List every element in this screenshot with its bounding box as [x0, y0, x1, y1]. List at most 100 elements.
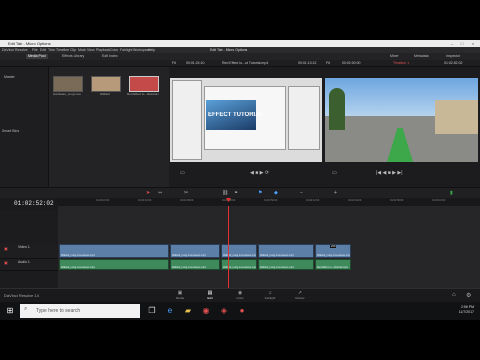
edit-index-button[interactable]: Edit Index [100, 54, 120, 59]
trim-tool-icon[interactable]: ⇿ [158, 190, 162, 196]
marker-icon[interactable]: ◆ [274, 190, 278, 196]
page-label: Deliver [295, 296, 305, 300]
resolve-icon[interactable]: ◈ [218, 305, 230, 317]
flag-icon[interactable]: ⚑ [258, 190, 262, 196]
track-record-icon[interactable]: ▣ [4, 260, 8, 265]
palm-tree [329, 88, 345, 130]
file-explorer-icon[interactable]: ▰ [182, 305, 194, 317]
clip-name-2: Wallet2 [100, 92, 110, 96]
audio-clip[interactable]: Red Effect Iu...dtstorial.mp4 [315, 259, 351, 270]
page-media[interactable]: ▣ Media [168, 290, 192, 300]
audio-clip[interactable]: Wallet2_Long.mov.stereo.mp4 [170, 259, 220, 270]
clip-thumbnail-3[interactable] [129, 76, 159, 92]
minimize-icon[interactable]: – [448, 41, 456, 46]
clip-name-3: Red Effect Iu...dtstorial.mp4 [127, 92, 159, 96]
timeline-name[interactable]: Timeline 1 [393, 61, 409, 65]
track-record-icon[interactable]: ▣ [4, 246, 8, 251]
taskbar-search-input[interactable]: Type here to search [20, 304, 140, 318]
menu-file[interactable]: File [32, 48, 38, 52]
media-pool: Hardware_Long.mov Wallet2 Red Effect Iu.… [49, 67, 169, 200]
gear-icon[interactable]: ⚙ [466, 292, 471, 299]
source-frame-tool-panel [172, 80, 202, 160]
close-icon[interactable]: × [469, 41, 477, 46]
menu-view[interactable]: View [87, 48, 95, 52]
zoom-in-icon[interactable]: + [334, 190, 337, 196]
record-zoom[interactable]: Fit [326, 61, 330, 65]
audio-clip[interactable]: Wallet2_Long.mov.stereo.mp4 [258, 259, 314, 270]
page-deliver[interactable]: ➚ Deliver [288, 290, 312, 300]
blade-tool-icon[interactable]: ✂ [184, 190, 188, 196]
menu-help[interactable]: Help [148, 48, 155, 52]
clock-date: 11/7/2017 [458, 310, 474, 314]
menu-davinci[interactable]: DaVinci Resolve [2, 48, 28, 52]
playhead[interactable] [228, 206, 229, 288]
audio-clip[interactable]: Wallet2_Long.mov.stereo.mp4 [59, 259, 169, 270]
source-viewer[interactable]: EFFECT TUTORIAL [170, 78, 322, 162]
edge-icon[interactable]: e [164, 305, 176, 317]
ruler-tick: 01:00:44:00 [138, 199, 152, 202]
mixer-button[interactable]: Mixer [388, 54, 401, 59]
audio-track-name: Audio 1 [18, 260, 30, 264]
source-play-icon[interactable]: ◀ ■ ▶ ⟳ [250, 170, 269, 176]
page-color[interactable]: ◉ Color [228, 290, 252, 300]
timeline-header: 01:02:52:02 [0, 198, 58, 210]
audio-level-icon[interactable]: ▮ [450, 190, 453, 196]
audio-clip[interactable]: Wallet2_Long.mov.stereo.mp4 [221, 259, 257, 270]
building [435, 100, 478, 134]
clip-thumbnail-1[interactable] [53, 76, 83, 92]
title-bar: Edit Tab - Micro Options – □ × [0, 40, 480, 47]
app-icon[interactable]: ◉ [200, 305, 212, 317]
video-clip[interactable]: Wallet2_Long.mov.stereo.mp4 [59, 244, 169, 258]
clip-thumbnail-2[interactable] [91, 76, 121, 92]
record-jog-icon[interactable]: ▭ [332, 170, 337, 176]
source-jog-icon[interactable]: ▭ [180, 170, 185, 176]
snap-icon[interactable]: ⛓ [222, 190, 228, 196]
home-icon[interactable]: ⌂ [452, 292, 456, 298]
menu-timeline[interactable]: Timeline [56, 48, 69, 52]
source-zoom[interactable]: Fit [172, 61, 176, 65]
link-icon[interactable]: ⚭ [234, 190, 238, 196]
smart-bins-label: Smart Bins [2, 129, 20, 133]
app-window: Edit Tab - Micro Options – □ × DaVinci R… [0, 40, 480, 320]
menu-trim[interactable]: Trim [48, 48, 55, 52]
metadata-button[interactable]: Metadata [412, 54, 431, 59]
page-label: Color [236, 296, 244, 300]
page-fairlight[interactable]: ♫ Fairlight [258, 290, 282, 300]
windows-start-icon[interactable]: ⊞ [4, 305, 16, 317]
task-view-icon[interactable]: ❐ [146, 305, 158, 317]
chrome-icon[interactable]: ● [236, 305, 248, 317]
video-track-header[interactable]: Video 1 ▣ [0, 244, 58, 259]
zoom-out-icon[interactable]: − [300, 190, 303, 196]
audio-track-header[interactable]: Audio 1 ▣ [0, 259, 58, 271]
menu-fairlight[interactable]: Fairlight [120, 48, 132, 52]
media-pool-button[interactable]: Media Pool [26, 54, 48, 59]
maximize-icon[interactable]: □ [458, 41, 466, 46]
center-title: Edit Tab - Micro Options [210, 48, 248, 52]
menu-playback[interactable]: Playback [96, 48, 110, 52]
timeline-viewer[interactable] [325, 78, 478, 162]
menu-mark[interactable]: Mark [78, 48, 86, 52]
timeline-tracks[interactable]: Wallet2_Long.mov.stereo.mp4 Wallet2_Long… [58, 206, 480, 288]
selection-tool-icon[interactable]: ➤ [146, 190, 150, 196]
video-track-name: Video 1 [18, 245, 30, 249]
page-label: Fairlight [264, 296, 276, 300]
source-clip-name[interactable]: Red Effect Iu...ut Tutorial.mp4 [222, 61, 268, 65]
page-edit[interactable]: ▤ Edit [198, 290, 222, 300]
bin-list: Master Smart Bins [0, 67, 49, 200]
clip-name-1: Hardware_Long.mov [53, 92, 81, 96]
bin-master[interactable]: Master [4, 75, 15, 79]
video-clip[interactable]: Wallet2_Long.mov.stereo.mp4 [221, 244, 257, 258]
menu-edit[interactable]: Edit [40, 48, 46, 52]
record-play-icon[interactable]: |◀ ◀ ■ ▶ ▶| [376, 170, 403, 176]
system-clock[interactable]: 2:56 PM 11/7/2017 [459, 305, 474, 315]
source-duration: 00:01:13:12 [298, 61, 317, 65]
video-clip[interactable]: Wallet2_Long.mov.stereo.mp4 [258, 244, 314, 258]
inspector-button[interactable]: Inspector [444, 54, 462, 59]
ruler-tick: 01:02:12:00 [306, 199, 320, 202]
menu-clip[interactable]: Clip [70, 48, 76, 52]
effects-library-button[interactable]: Effects Library [60, 54, 86, 59]
ruler-tick: 01:03:18:00 [432, 199, 446, 202]
video-clip[interactable]: Wallet2_Long.mov.stereo.mp4 [170, 244, 220, 258]
ruler-tick: 01:01:50:00 [264, 199, 278, 202]
menu-color[interactable]: Color [110, 48, 118, 52]
